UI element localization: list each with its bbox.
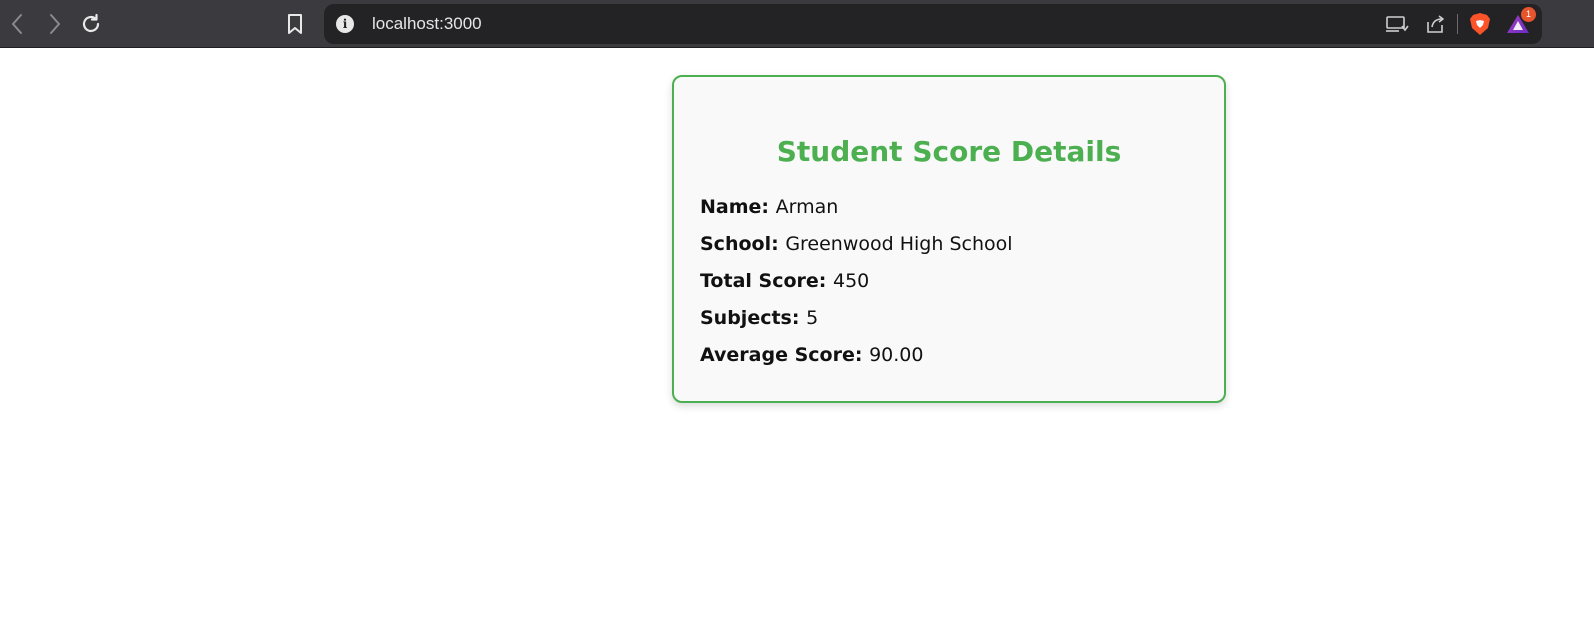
detail-label: Average Score: — [700, 344, 870, 366]
info-icon[interactable]: i — [336, 15, 354, 33]
notification-badge: 1 — [1521, 7, 1536, 22]
address-bar-actions: 1 — [1381, 4, 1536, 44]
share-button[interactable] — [1419, 8, 1451, 40]
reload-icon — [82, 13, 100, 33]
detail-row-school: School: Greenwood High School — [700, 226, 1198, 263]
detail-value: 450 — [833, 270, 870, 292]
bookmark-button[interactable] — [279, 8, 311, 40]
cast-icon — [1386, 16, 1409, 32]
detail-value: 5 — [806, 307, 819, 329]
brave-shields-button[interactable] — [1464, 8, 1496, 40]
bookmark-icon — [288, 14, 302, 34]
cast-button[interactable] — [1381, 8, 1413, 40]
detail-row-average-score: Average Score: 90.00 — [700, 337, 1198, 374]
address-bar[interactable]: i localhost:3000 1 — [324, 4, 1542, 44]
chevron-left-icon — [12, 14, 22, 34]
forward-button[interactable] — [38, 8, 70, 40]
chevron-right-icon — [50, 14, 60, 34]
detail-label: School: — [700, 233, 786, 255]
back-button[interactable] — [2, 8, 34, 40]
detail-label: Total Score: — [700, 270, 833, 292]
detail-value: Greenwood High School — [785, 233, 1013, 255]
share-icon — [1427, 15, 1444, 33]
detail-value: 90.00 — [869, 344, 924, 366]
student-score-card: Student Score Details Name: Arman School… — [672, 75, 1226, 403]
detail-label: Name: — [700, 196, 776, 218]
detail-label: Subjects: — [700, 307, 807, 329]
toolbar-divider — [1457, 14, 1458, 34]
detail-row-subjects: Subjects: 5 — [700, 300, 1198, 337]
reload-button[interactable] — [75, 8, 107, 40]
card-title: Student Score Details — [776, 135, 1122, 168]
browser-toolbar: i localhost:3000 1 — [0, 0, 1594, 48]
address-url[interactable]: localhost:3000 — [372, 4, 482, 44]
detail-row-total-score: Total Score: 450 — [700, 263, 1198, 300]
brave-shield-icon — [1470, 13, 1490, 35]
brave-rewards-button[interactable]: 1 — [1502, 7, 1536, 40]
detail-row-name: Name: Arman — [700, 189, 1198, 226]
detail-value: Arman — [775, 196, 839, 218]
